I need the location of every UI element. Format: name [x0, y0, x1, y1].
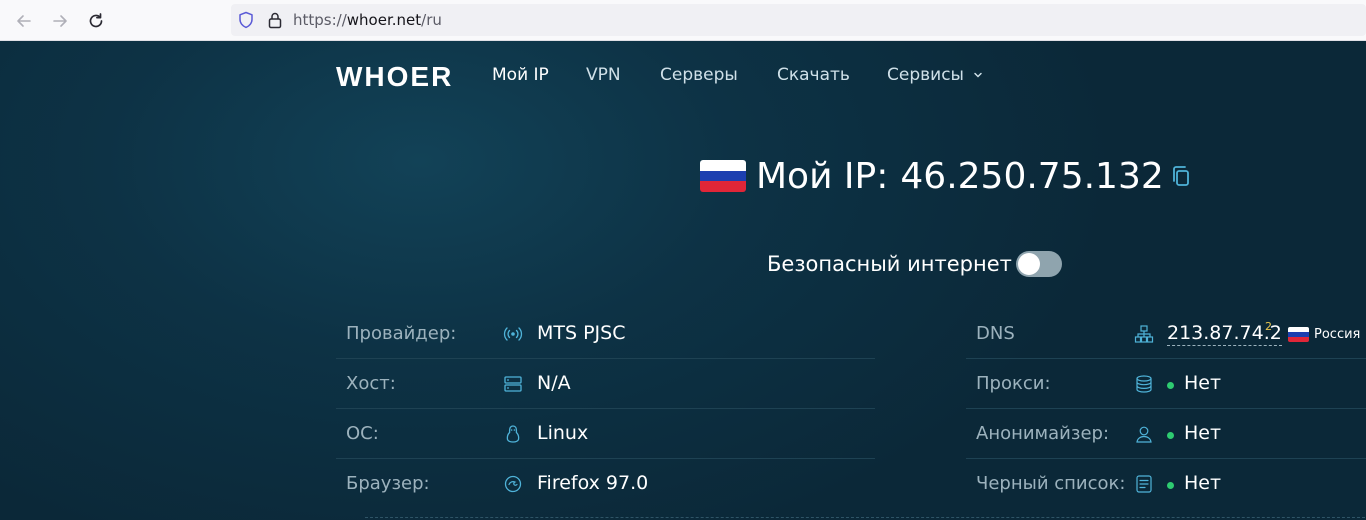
status-ok-dot [1167, 432, 1174, 439]
nav-services[interactable]: Сервисы [887, 65, 983, 85]
os-label: ОС: [346, 423, 379, 444]
shield-icon[interactable] [238, 11, 254, 33]
host-label: Хост: [346, 373, 396, 394]
url-path: /ru [421, 11, 442, 29]
reload-icon[interactable] [83, 8, 109, 34]
my-ip-heading: Мой IP: 46.250.75.132 [700, 151, 1192, 201]
nav-vpn[interactable]: VPN [586, 65, 621, 85]
my-ip-title: Мой IP: [756, 155, 889, 197]
browser-icon [504, 475, 522, 493]
russia-flag-icon [1288, 327, 1309, 342]
info-row-browser: Браузер: Firefox 97.0 [336, 459, 875, 509]
dns-label: DNS [976, 323, 1015, 344]
blacklist-label: Черный список: [976, 473, 1126, 494]
toggle-knob [1017, 253, 1040, 275]
linux-penguin-icon [506, 425, 520, 443]
provider-label: Провайдер: [346, 323, 457, 344]
divider [365, 517, 1365, 518]
ip-address: 46.250.75.132 [900, 155, 1164, 197]
proxy-value: Нет [1184, 372, 1222, 394]
os-value: Linux [537, 422, 589, 444]
info-row-os: ОС: Linux [336, 409, 875, 459]
url-text[interactable]: https://whoer.net/ru [293, 11, 442, 29]
nav-my-ip[interactable]: Мой IP [492, 65, 549, 85]
back-arrow-icon[interactable] [11, 8, 37, 34]
info-row-blacklist: Черный список: Нет [966, 459, 1366, 509]
forward-arrow-icon[interactable] [47, 8, 73, 34]
nav-download[interactable]: Скачать [777, 65, 850, 85]
database-icon [1136, 375, 1152, 393]
antenna-icon [503, 327, 523, 341]
lock-icon[interactable] [268, 11, 282, 33]
status-ok-dot [1167, 482, 1174, 489]
anonymizer-value: Нет [1184, 422, 1222, 444]
address-bar[interactable]: https://whoer.net/ru [231, 4, 1366, 36]
server-icon [504, 376, 522, 392]
proxy-label: Прокси: [976, 373, 1051, 394]
list-icon [1136, 475, 1152, 493]
user-icon [1136, 426, 1152, 443]
safe-internet-toggle[interactable] [1015, 251, 1062, 277]
safe-internet-row: Безопасный интернет [767, 251, 1062, 277]
url-scheme: https:// [293, 11, 347, 29]
info-row-anonymizer: Анонимайзер: Нет [966, 409, 1366, 459]
nav-servers[interactable]: Серверы [660, 65, 738, 85]
browser-value: Firefox 97.0 [537, 472, 649, 494]
dns-count-superscript: 2 [1265, 320, 1272, 333]
safe-internet-label: Безопасный интернет [767, 252, 1012, 276]
url-domain: whoer.net [346, 11, 422, 29]
dns-country: Россия [1314, 327, 1361, 342]
russia-flag-icon [700, 160, 746, 192]
info-row-dns: DNS 213.87.74.2 2 Россия [966, 309, 1366, 359]
nav-services-label: Сервисы [887, 65, 964, 85]
host-value: N/A [537, 372, 571, 394]
provider-value: MTS PJSC [537, 322, 626, 344]
copy-icon[interactable] [1170, 164, 1192, 188]
blacklist-value: Нет [1184, 472, 1222, 494]
info-row-provider: Провайдер: MTS PJSC [336, 309, 875, 359]
info-row-proxy: Прокси: Нет [966, 359, 1366, 409]
browser-label: Браузер: [346, 473, 430, 494]
network-icon [1134, 325, 1154, 343]
site-logo[interactable]: WHOER [336, 61, 453, 93]
page-content: WHOER Мой IP VPN Серверы Скачать Сервисы… [0, 41, 1366, 520]
browser-toolbar: https://whoer.net/ru [0, 0, 1366, 41]
chevron-down-icon [974, 72, 983, 78]
status-ok-dot [1167, 382, 1174, 389]
info-row-host: Хост: N/A [336, 359, 875, 409]
anonymizer-label: Анонимайзер: [976, 423, 1110, 444]
